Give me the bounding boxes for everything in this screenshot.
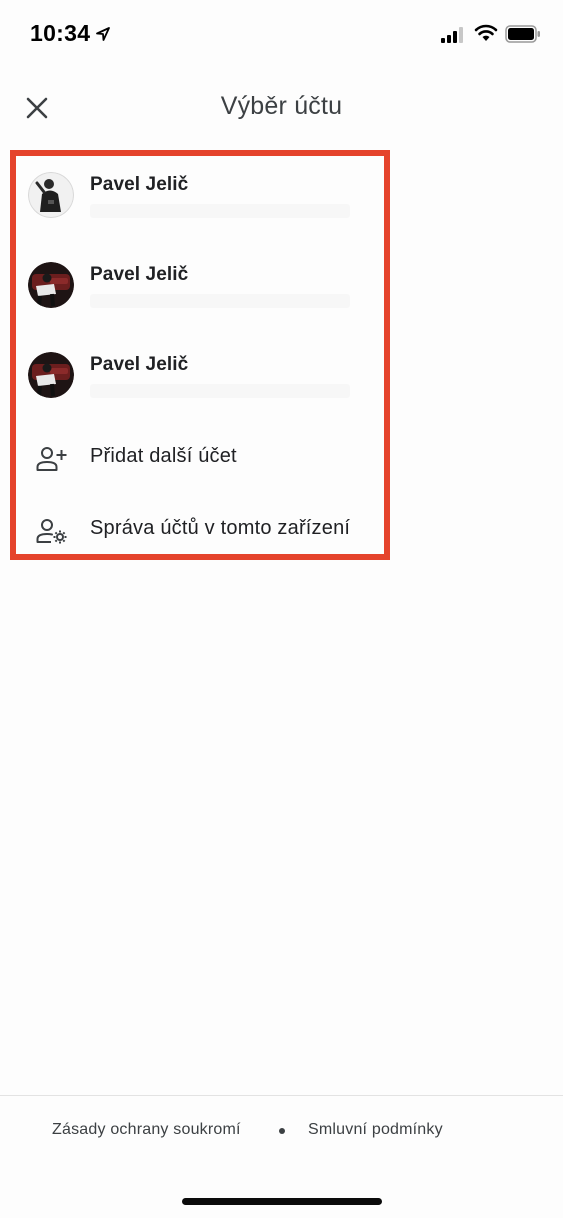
add-person-icon — [36, 447, 67, 471]
battery-icon — [505, 25, 540, 43]
account-avatar — [28, 352, 74, 398]
location-arrow-icon — [96, 27, 110, 41]
wifi-icon — [474, 24, 498, 41]
account-item[interactable]: Pavel Jelič — [16, 158, 384, 248]
footer-separator-dot — [279, 1128, 285, 1134]
account-avatar — [28, 262, 74, 308]
footer-divider — [0, 1095, 563, 1096]
page-title: Výběr účtu — [220, 92, 343, 120]
status-time: 10:34 — [30, 20, 91, 46]
account-name: Pavel Jelič — [90, 174, 189, 195]
account-email-redacted — [90, 384, 350, 398]
account-email-redacted — [90, 204, 350, 218]
account-item[interactable]: Pavel Jelič — [16, 338, 384, 428]
account-avatar — [28, 172, 74, 218]
account-email-redacted — [90, 294, 350, 308]
manage-accounts-button[interactable]: Správa účtů v tomto zařízení — [16, 502, 384, 558]
privacy-policy-link[interactable]: Zásady ochrany soukromí — [52, 1121, 241, 1139]
account-name: Pavel Jelič — [90, 354, 189, 375]
status-bar: 10:34 — [0, 0, 563, 70]
add-account-label: Přidat další účet — [90, 445, 237, 467]
account-chooser-screen: 10:34 Výběr účtu Pavel Jelič Pavel Jelič… — [0, 0, 563, 1218]
account-item[interactable]: Pavel Jelič — [16, 248, 384, 338]
manage-accounts-icon — [36, 519, 67, 544]
cellular-signal-icon — [441, 27, 463, 43]
home-indicator[interactable] — [182, 1198, 382, 1205]
terms-link[interactable]: Smluvní podmínky — [308, 1121, 443, 1139]
account-name: Pavel Jelič — [90, 264, 189, 285]
add-account-button[interactable]: Přidat další účet — [16, 430, 384, 486]
manage-accounts-label: Správa účtů v tomto zařízení — [90, 517, 351, 539]
